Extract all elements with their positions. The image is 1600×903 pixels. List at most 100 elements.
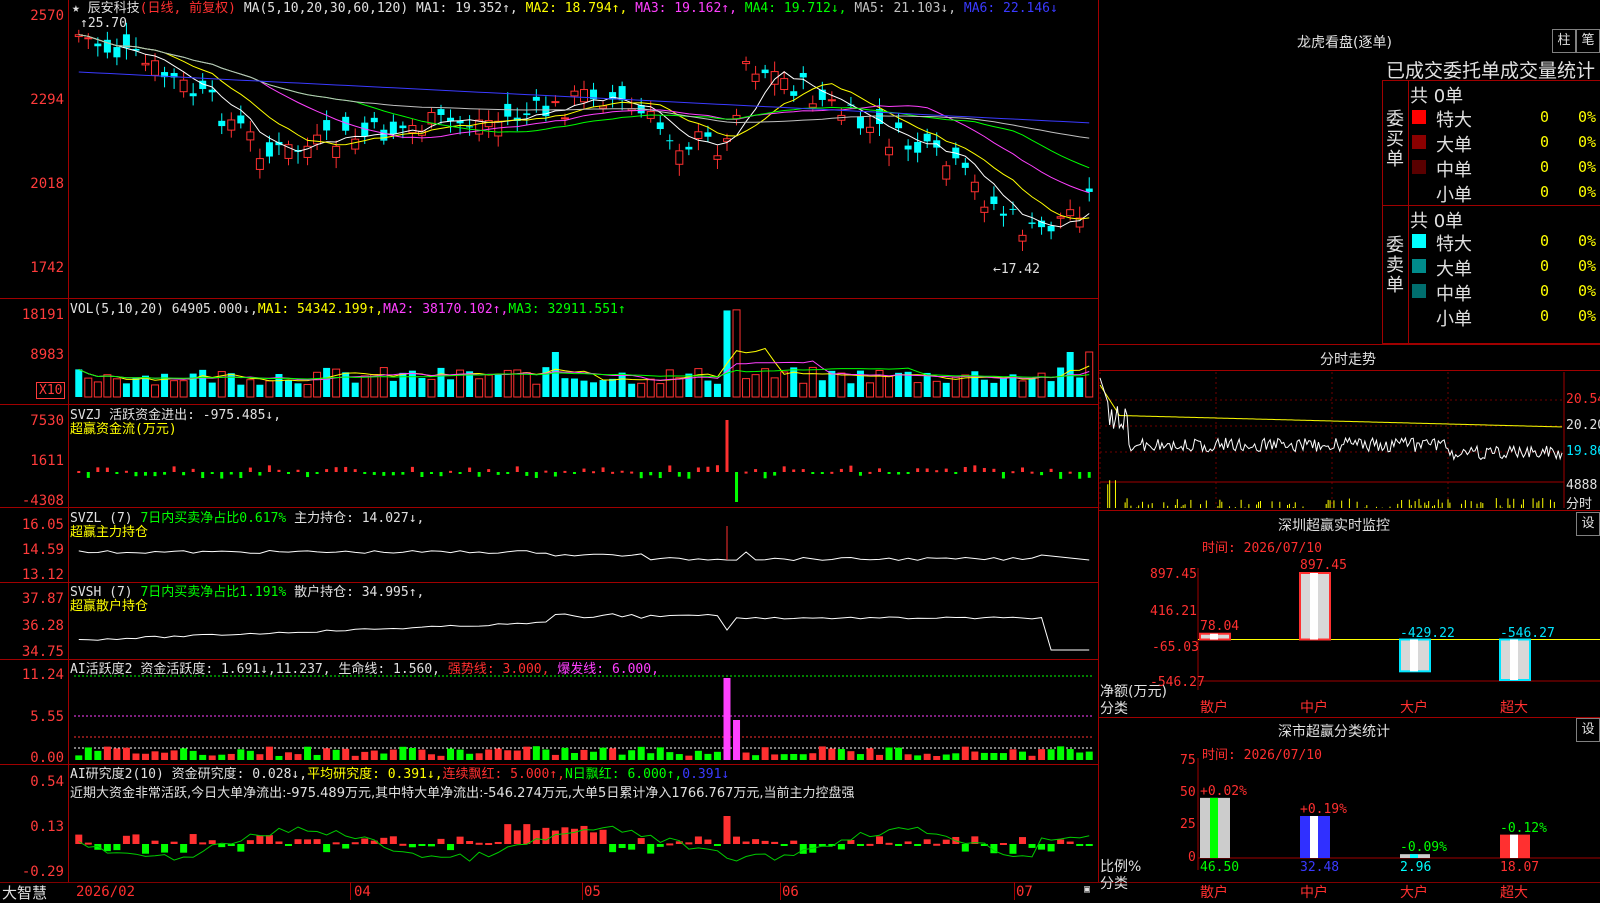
research-bar (856, 844, 864, 846)
activity-bar (723, 678, 731, 760)
flow-bar (553, 472, 557, 477)
research-bar (713, 844, 721, 846)
legend-swatch (1412, 234, 1426, 248)
flow-bar (878, 468, 882, 472)
svsh-subtitle: 超赢散户持仓 (70, 599, 149, 614)
monitor-settings-button[interactable]: 设 (1576, 512, 1600, 536)
flow-bar (220, 472, 224, 479)
tick-toggle-button[interactable]: 笔 (1576, 29, 1600, 53)
research-bar (733, 836, 741, 844)
research-bar (265, 835, 273, 844)
flow-bar (735, 472, 739, 502)
candle-down (113, 47, 121, 58)
research-bar (933, 843, 941, 846)
volume-bar (723, 310, 731, 397)
ma-label: MA(5,10,20,30,60,120) (243, 1, 409, 16)
order-pct: 0% (1578, 158, 1597, 176)
volume-bar (93, 381, 102, 398)
research-bar (647, 844, 655, 854)
research-bar (923, 839, 931, 844)
candle-down (532, 96, 540, 101)
svzl-subtitle: 超赢主力持仓 (70, 525, 149, 540)
activity-bar (780, 754, 788, 760)
volume-bar (551, 352, 559, 397)
flow-bar (248, 467, 252, 472)
order-size-label: 特大 (1436, 234, 1472, 255)
section-divider (1098, 344, 1600, 345)
activity-bar (799, 754, 807, 760)
star-icon[interactable]: ★ (72, 1, 80, 16)
research-bar (742, 841, 750, 844)
flow-bar (391, 472, 395, 476)
stock-name[interactable]: 辰安科技 (88, 1, 140, 16)
activity-bar (237, 749, 245, 760)
column-toggle-button[interactable]: 柱 (1552, 29, 1576, 53)
ma3-line (78, 34, 1090, 194)
volume-bar (942, 382, 950, 397)
candle-down (94, 43, 102, 47)
research-bar (1066, 841, 1074, 844)
candle-up (332, 145, 341, 158)
research-bar (1047, 844, 1055, 852)
activity-bar (609, 748, 617, 760)
flow-bar (115, 472, 119, 474)
candle-down (1047, 225, 1055, 232)
research-bar (389, 836, 397, 844)
volume-bar (1076, 377, 1084, 397)
volume-bar (103, 374, 112, 398)
svzl-header: SVZL (7) 7日内买卖净占比0.617% 主力持仓: 14.027↓, (70, 511, 424, 526)
flow-bar (258, 472, 262, 476)
research-bar (570, 828, 578, 844)
activity-bar (761, 747, 769, 760)
candle-up (570, 90, 579, 97)
candle-up (551, 101, 560, 104)
candle-up (246, 131, 255, 141)
main-chart-canvas[interactable] (0, 0, 1600, 900)
activity-bar (284, 752, 292, 760)
volume-bar (637, 382, 646, 398)
volume-bar (189, 373, 197, 397)
high-price-label: ↑25.70 (80, 16, 127, 31)
order-qty: 0 (1540, 158, 1550, 176)
flow-bar (725, 420, 729, 472)
svzj-subtitle: 超赢资金流(万元) (70, 422, 177, 437)
volume-bar (1028, 378, 1036, 397)
order-qty: 0 (1540, 183, 1550, 201)
activity-bar (847, 751, 855, 760)
research-bar (332, 842, 340, 845)
activity-bar (590, 751, 598, 760)
candle-down (704, 132, 712, 137)
candle-down (914, 141, 922, 153)
order-pct: 0% (1578, 282, 1597, 300)
volume-bar (284, 380, 292, 397)
volume-bar (237, 384, 245, 397)
pane-divider (0, 764, 1099, 765)
research-bar (866, 843, 874, 846)
activity-bar (408, 747, 416, 760)
activity-bar (466, 753, 474, 760)
flow-bar (105, 467, 109, 472)
period-label[interactable]: (日线, 前复权) (140, 1, 236, 16)
lock-icon[interactable]: ▣ (1084, 884, 1090, 895)
candle-down (1085, 188, 1093, 192)
classify-settings-button[interactable]: 设 (1576, 718, 1600, 742)
ai-research-summary: 近期大资金非常活跃,今日大单净流出:-975.489万元,其中特大单净流出:-5… (70, 786, 855, 801)
volume-bar (84, 377, 93, 398)
activity-bar (389, 749, 397, 760)
activity-bar (256, 754, 264, 760)
research-bar (170, 841, 178, 844)
activity-bar (380, 753, 388, 760)
flow-bar (1040, 472, 1044, 476)
order-size-label: 小单 (1436, 309, 1472, 330)
candle-up (885, 146, 894, 156)
flow-bar (754, 469, 758, 472)
activity-bar (447, 748, 455, 760)
flow-bar (86, 472, 90, 478)
research-bar (1076, 844, 1084, 846)
research-bar (771, 841, 779, 844)
activity-bar (141, 753, 149, 760)
research-bar (141, 844, 149, 854)
research-bar (704, 839, 712, 844)
candle-up (151, 60, 160, 76)
research-bar (904, 841, 912, 844)
